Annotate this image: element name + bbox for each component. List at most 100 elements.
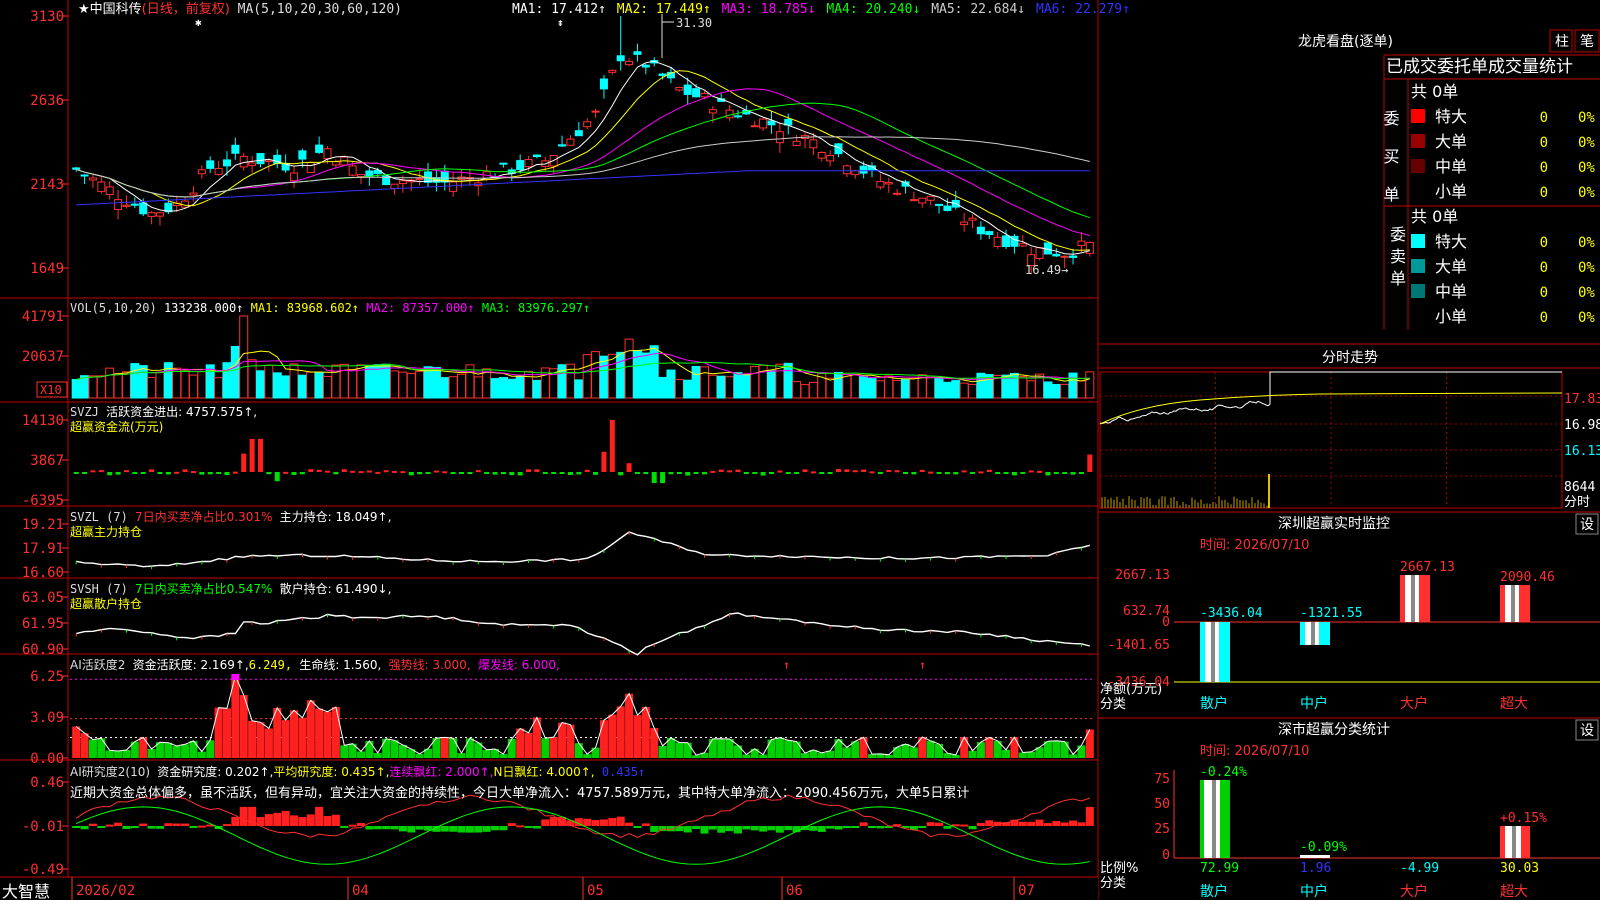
candle[interactable] bbox=[1035, 247, 1044, 259]
volume-bar[interactable] bbox=[808, 381, 818, 399]
svzj-bar[interactable] bbox=[861, 469, 867, 472]
candle[interactable] bbox=[625, 60, 634, 66]
activity-bar[interactable] bbox=[1018, 752, 1027, 758]
volume-bar[interactable] bbox=[641, 352, 651, 399]
candle[interactable] bbox=[122, 204, 131, 207]
volume-bar[interactable] bbox=[406, 372, 416, 399]
research-bar[interactable] bbox=[88, 823, 97, 826]
research-bar[interactable] bbox=[976, 822, 985, 826]
research-bar[interactable] bbox=[273, 812, 282, 826]
research-bar[interactable] bbox=[105, 824, 114, 827]
activity-bar[interactable] bbox=[97, 738, 106, 758]
svzj-bar[interactable] bbox=[107, 472, 113, 476]
activity-bar[interactable] bbox=[382, 738, 391, 758]
volume-bar[interactable] bbox=[214, 377, 224, 399]
svzj-bar[interactable] bbox=[308, 469, 314, 472]
candle[interactable] bbox=[641, 64, 650, 68]
svzj-bar[interactable] bbox=[257, 438, 263, 472]
candle[interactable] bbox=[1002, 235, 1011, 248]
research-bar[interactable] bbox=[1018, 821, 1027, 826]
stock-chart-window[interactable]: 3130 2636 2143 1649 ★中国科传(日线，前复权) MA(5,10,2… bbox=[0, 0, 1600, 900]
candle[interactable] bbox=[558, 144, 567, 147]
research-bar[interactable] bbox=[398, 826, 407, 832]
candle[interactable] bbox=[976, 226, 985, 235]
research-bar[interactable] bbox=[1085, 806, 1094, 826]
research-bar[interactable] bbox=[491, 826, 500, 831]
volume-bar[interactable] bbox=[197, 371, 207, 399]
stat-chart[interactable]: 75 50 25 0 -0.24% -0.09% +0.15% 72.99 1.96 -4.99 3… bbox=[1100, 765, 1600, 900]
svzj-bar[interactable] bbox=[836, 469, 841, 472]
svzj-bar[interactable] bbox=[609, 420, 615, 472]
svzj-bar[interactable] bbox=[467, 472, 473, 474]
candle[interactable] bbox=[985, 231, 994, 235]
svzj-bar[interactable] bbox=[810, 471, 816, 474]
volume-bar[interactable] bbox=[582, 354, 592, 399]
activity-bar[interactable] bbox=[1052, 740, 1061, 758]
svzj-bar[interactable] bbox=[827, 472, 833, 474]
volume-bar[interactable] bbox=[909, 377, 919, 399]
research-bar[interactable] bbox=[985, 820, 994, 826]
candle[interactable] bbox=[733, 115, 742, 118]
activity-bar[interactable] bbox=[147, 748, 156, 758]
svzj-bar[interactable] bbox=[877, 472, 883, 474]
svzj-bar[interactable] bbox=[408, 472, 414, 476]
svzj-bar[interactable] bbox=[995, 472, 1001, 474]
svzj-bar[interactable] bbox=[768, 472, 774, 474]
svzj-bar[interactable] bbox=[232, 471, 238, 474]
candle[interactable] bbox=[759, 118, 768, 129]
svzj-bar[interactable] bbox=[634, 472, 640, 474]
candle[interactable] bbox=[390, 183, 399, 189]
volume-bar[interactable] bbox=[951, 380, 961, 399]
activity-bar[interactable] bbox=[1027, 751, 1036, 758]
svzj-bar[interactable] bbox=[73, 472, 79, 474]
research-bar[interactable] bbox=[114, 822, 123, 826]
candle[interactable] bbox=[884, 181, 893, 185]
activity-bar[interactable] bbox=[800, 753, 809, 758]
svzj-bar[interactable] bbox=[584, 469, 590, 472]
candle[interactable] bbox=[809, 139, 818, 149]
activity-bar[interactable] bbox=[775, 737, 784, 758]
activity-bar[interactable] bbox=[449, 738, 458, 758]
research-bar[interactable] bbox=[625, 822, 634, 826]
svzj-bar[interactable] bbox=[869, 471, 875, 474]
research-bar[interactable] bbox=[122, 826, 131, 829]
research-bar[interactable] bbox=[457, 826, 466, 833]
ai-research-panel[interactable]: 0.46 -0.01 -0.49 AI研究度2(10) 资金研究度: 0.202↑,… bbox=[22, 764, 1094, 878]
activity-bar[interactable] bbox=[197, 751, 206, 758]
candle[interactable] bbox=[532, 154, 541, 158]
activity-bar[interactable] bbox=[1060, 741, 1069, 758]
candle[interactable] bbox=[616, 55, 625, 62]
candle[interactable] bbox=[248, 162, 257, 166]
candle[interactable] bbox=[306, 161, 315, 174]
activity-bar[interactable] bbox=[767, 739, 776, 758]
activity-bar[interactable] bbox=[181, 744, 190, 758]
activity-bar[interactable] bbox=[189, 740, 198, 758]
research-bar[interactable] bbox=[340, 826, 349, 828]
candle[interactable] bbox=[147, 212, 156, 217]
svzj-bar[interactable] bbox=[911, 472, 917, 475]
svzj-bar[interactable] bbox=[710, 470, 716, 473]
volume-bar[interactable] bbox=[448, 376, 458, 399]
candle[interactable] bbox=[859, 165, 868, 174]
svzj-bar[interactable] bbox=[1045, 472, 1051, 476]
activity-bar[interactable] bbox=[985, 737, 994, 758]
svzj-bar[interactable] bbox=[291, 472, 297, 475]
candle[interactable] bbox=[851, 170, 860, 176]
research-bar[interactable] bbox=[616, 816, 625, 826]
svzj-bar[interactable] bbox=[392, 470, 398, 473]
volume-bar[interactable] bbox=[297, 374, 307, 399]
volume-bar[interactable] bbox=[1009, 372, 1019, 399]
candle[interactable] bbox=[675, 86, 684, 91]
volume-bar[interactable] bbox=[524, 370, 534, 399]
volume-bar[interactable] bbox=[188, 374, 198, 399]
volume-bar[interactable] bbox=[607, 353, 617, 399]
volume-bar[interactable] bbox=[691, 365, 701, 399]
svzj-bar[interactable] bbox=[785, 472, 791, 474]
volume-bar[interactable] bbox=[725, 376, 735, 399]
svzj-bar[interactable] bbox=[174, 471, 180, 474]
activity-bar[interactable] bbox=[733, 745, 742, 758]
volume-bar[interactable] bbox=[147, 377, 157, 399]
volume-bar[interactable] bbox=[473, 376, 483, 399]
research-bar[interactable] bbox=[968, 826, 977, 830]
svzj-bar[interactable] bbox=[668, 472, 674, 475]
